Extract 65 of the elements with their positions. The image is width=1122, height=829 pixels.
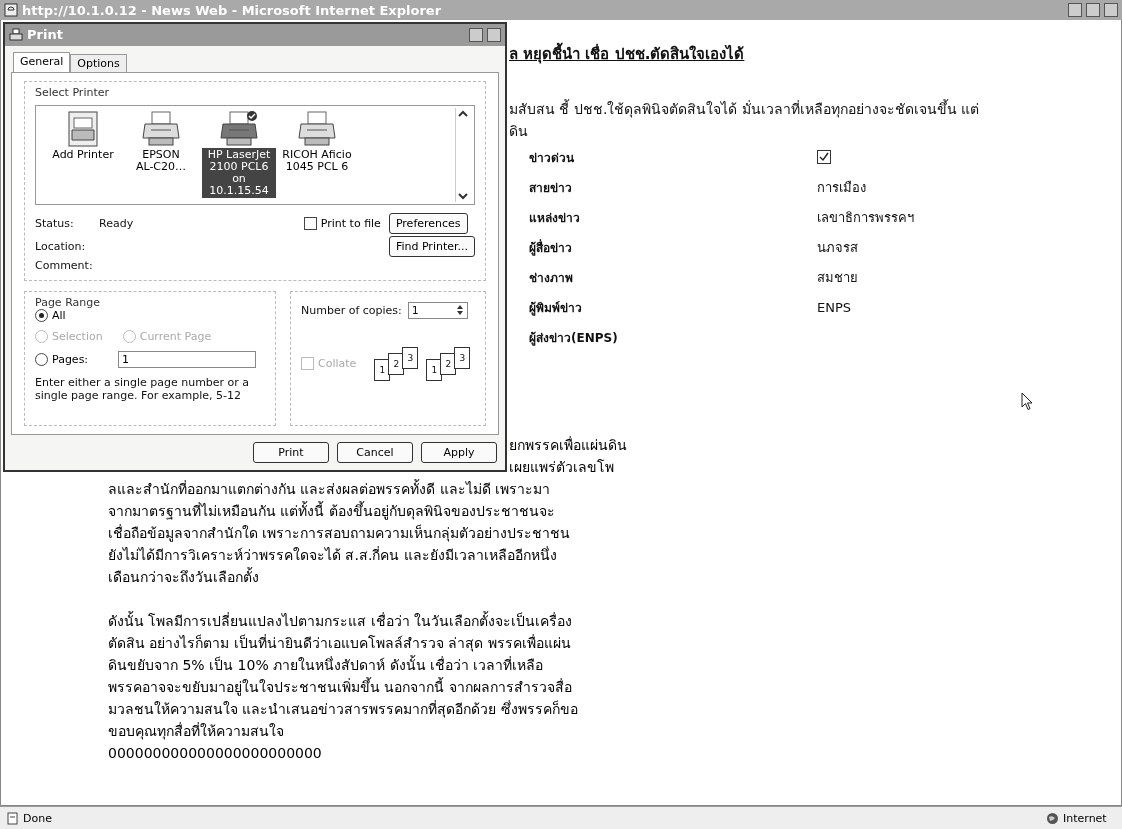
radio-option[interactable]: All (35, 308, 265, 322)
close-button[interactable] (1104, 3, 1118, 17)
add-printer-icon (66, 109, 100, 148)
hint-text: Enter either a single page number or a single page range. For example, 5-12 (35, 375, 251, 402)
field-label: สายข่าว (529, 179, 572, 197)
field-value: นภจรส (817, 238, 858, 257)
printer-item[interactable]: RICOH Aficio 1045 PCL 6 (280, 109, 354, 204)
maximize-button[interactable] (1086, 3, 1100, 17)
field-value: สมชาย (817, 268, 858, 287)
radio-icon[interactable] (35, 352, 48, 366)
minimize-button[interactable] (1068, 3, 1082, 17)
collate-drawing: 1 2 3 1 2 3 (376, 346, 471, 381)
printer-icon (9, 27, 23, 42)
copies-spinner[interactable]: 1 (407, 301, 468, 319)
printer-item[interactable]: EPSON AL-C20… (124, 109, 198, 204)
preferences-button[interactable]: Preferences (388, 212, 468, 234)
article-headline[interactable]: ล หยุดชี้นำ เชื่อ ปชช.ตัดสินใจเองได้ (509, 42, 1121, 66)
field-label: ช่างภาพ (529, 269, 573, 287)
article-text: เผยแพร่ตัวเลขโพ (509, 458, 615, 477)
globe-icon (1046, 811, 1059, 825)
field-label: ข่าวด่วน (529, 149, 574, 167)
find-printer-button[interactable]: Find Printer... (388, 235, 475, 257)
article-paragraph: ลและสำนักที่ออกมาแตกต่างกัน และส่งผลต่อพรรคทั้งดี และไม่ดี เพราะมา จากมาตรฐานที่ไม่เหมือนกัน แต่ทั้งนี้ ต้องขึ้นอยู่กับดุลพินิจของประชาชนจะ เชื่อถือข้อมูลจากสำนักใด เพราะการสอบถามความเห็นกลุ่มตัวอย่างประชาชน ยังไม่ได้มีการวิเคราะห์ว่าพรรคใดจะได้ ส.ส.กี่คน และยังมีเวลาเหลืออีกหนึ่ง เดือนกว่าจะถึงวันเลือกตั้ง (108, 478, 572, 587)
article-paragraph: ดังนั้น โพลมีการเปลี่ยนแปลงไปตามกระแส เชื่อว่า ในวันเลือกตั้งจะเป็นเครื่อง ตัดสิน อย่างไรก็ตาม เป็นที่น่ายินดีว่าเอแบคโพลล์สำรวจ ล่าสุด พรรคเพื่อแผ่น ดินขยับจาก 5% เป็น 10% ภายในหนึ่งสัปดาห์ ดังนั้น เชื่อว่า เวลาที่เหลือ พรรคอาจจะขยับมาอยู่ในใจประชาชนเพิ่มขึ้น นอกจากนี้ จากผลการสำรวจสื่อ มวลชนให้ความสนใจ และนำเสนอข่าวสารพรรคมากที่สุดอีกด้วย ซึ่งพรรคก็ขอ ขอบคุณทุกสื่อที่ให้ความสนใจ (108, 610, 579, 742)
dialog-title: Print (27, 27, 63, 43)
info-value: Ready (99, 216, 134, 230)
printer-icon (141, 109, 181, 148)
tab[interactable]: Options (70, 53, 127, 72)
printer-icon (219, 109, 259, 148)
window-title: http://10.1.0.12 - News Web - Microsoft Internet Explorer (22, 2, 442, 18)
article-text: ยกพรรคเพื่อแผ่นดิน (509, 435, 628, 455)
print-to-file-checkbox[interactable]: Print to file (303, 216, 381, 230)
tab[interactable]: General (13, 51, 71, 72)
field-label: ผู้สื่อข่าว (529, 238, 572, 257)
checkbox-icon[interactable] (303, 216, 317, 230)
browser-icon (4, 3, 18, 17)
field-value: เลขาธิการพรรคฯ (817, 208, 914, 227)
radio-icon[interactable] (35, 308, 48, 322)
radio-option[interactable]: Pages: (35, 352, 89, 366)
group-label: Select Printer (35, 85, 110, 99)
field-value: ENPS (817, 299, 852, 315)
printer-icon (297, 109, 337, 148)
zone-text: Internet (1063, 811, 1107, 825)
dialog-button[interactable]: Print (253, 442, 329, 463)
field-value: การเมือง (817, 178, 866, 197)
pages-field[interactable]: 1 (118, 350, 257, 368)
article-intro: มสับสน ชี้ ปชช.ใช้ดุลพินิจตัดสินใจได้ มั่นเวลาที่เหลือทุกอย่างจะชัดเจนขึ้น แต่ ดิน (509, 98, 981, 141)
field-label: ผู้ส่งข่าว(ENPS) (529, 329, 618, 347)
dialog-button[interactable]: Cancel (337, 442, 413, 463)
info-label: Comment: (35, 258, 91, 272)
page-icon (6, 811, 19, 825)
close-button[interactable] (487, 27, 501, 42)
printer-item[interactable]: Add Printer (46, 109, 120, 204)
cursor-icon (1021, 392, 1033, 411)
checkbox[interactable] (817, 150, 831, 164)
copies-label: Number of copies: (301, 303, 402, 317)
field-label: ผู้พิมพ์ข่าว (529, 299, 582, 317)
help-button[interactable] (469, 27, 483, 42)
info-label: Status: (35, 216, 75, 230)
status-text: Done (23, 811, 52, 825)
article-text: 000000000000000000000000 (108, 744, 323, 763)
group-label: Page Range (35, 295, 100, 309)
info-label: Location: (35, 239, 87, 253)
dialog-button[interactable]: Apply (421, 442, 497, 463)
field-label: แหล่งข่าว (529, 209, 580, 227)
